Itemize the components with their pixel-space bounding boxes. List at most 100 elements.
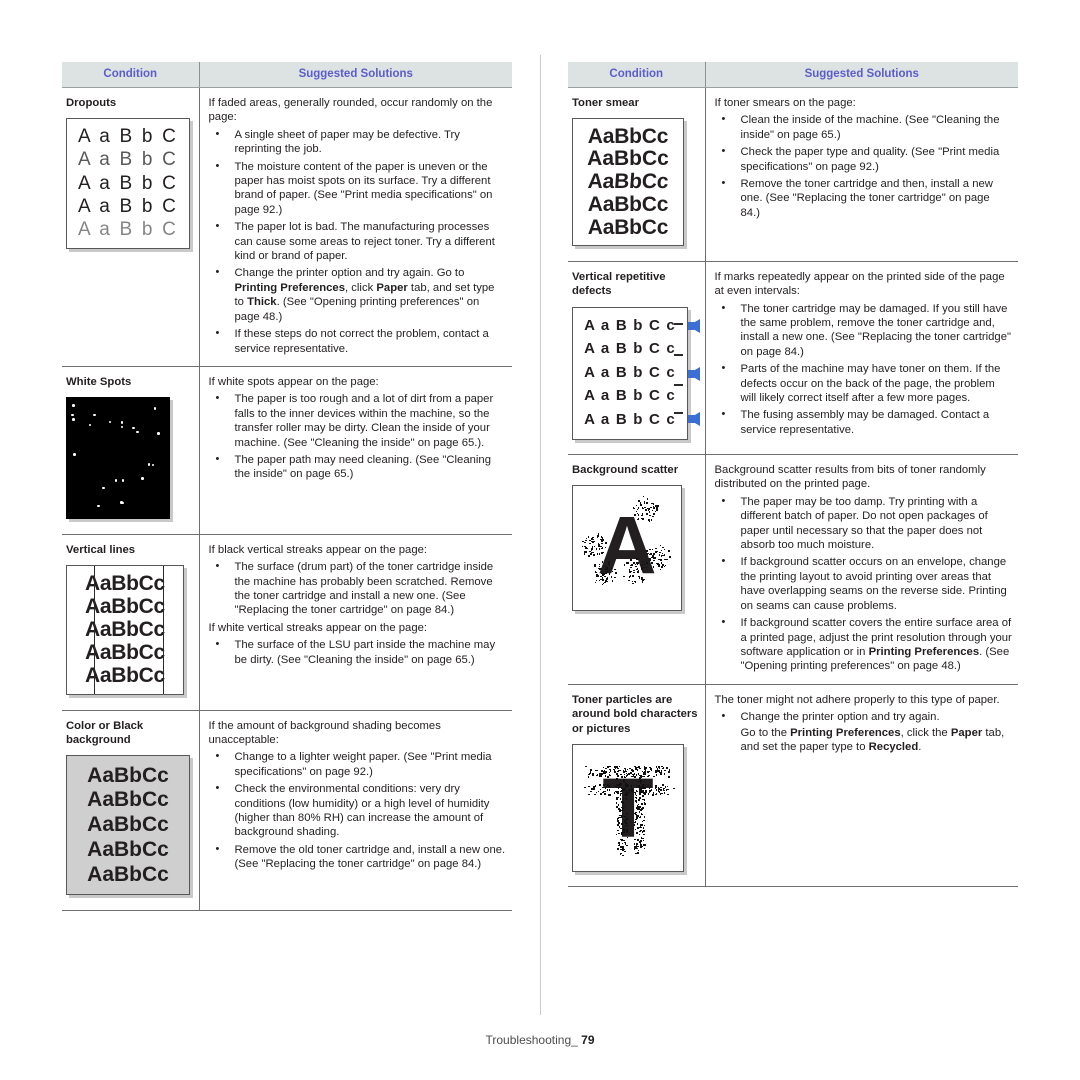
column-header-solutions: Suggested Solutions — [705, 62, 1018, 88]
table-row: Background scatter A Background scatter … — [568, 454, 1018, 685]
sample-line: A a B b C — [77, 172, 179, 194]
sample-line: AaBbCc — [85, 617, 165, 641]
solution-bullet-list-secondary: The surface of the LSU part inside the m… — [209, 637, 507, 667]
page-column-divider — [540, 55, 541, 1015]
solution-secondary-intro: If white vertical streaks appear on the … — [208, 621, 428, 634]
solution-bullet-list: The toner cartridge may be damaged. If y… — [715, 301, 1013, 438]
page-number: 79 — [581, 1033, 595, 1047]
sample-line: AaBbCc — [587, 192, 669, 216]
solutions-cell: If the amount of background shading beco… — [199, 710, 512, 911]
troubleshooting-table-right: Condition Suggested Solutions Toner smea… — [568, 62, 1018, 888]
sample-glyph: T — [602, 760, 654, 855]
sample-glyph: A — [597, 500, 657, 592]
condition-label: Vertical lines — [66, 543, 136, 556]
page-footer: Troubleshooting_ 79 — [0, 1033, 1080, 1047]
footer-label: Troubleshooting_ — [485, 1033, 578, 1047]
sample-line: AaBbCc — [87, 763, 169, 787]
solution-intro: If white spots appear on the page: — [208, 375, 379, 388]
solutions-cell: If white spots appear on the page: The p… — [199, 366, 512, 535]
right-column: Condition Suggested Solutions Toner smea… — [568, 62, 1018, 888]
solution-bullet-list: The paper may be too damp. Try printing … — [715, 494, 1013, 674]
list-item: Go to the Printing Preferences, click th… — [740, 726, 1005, 753]
table-header-row: Condition Suggested Solutions — [568, 62, 1018, 88]
condition-label: White Spots — [66, 375, 132, 388]
list-item: A single sheet of paper may be defective… — [209, 127, 507, 157]
list-item: If background scatter occurs on an envel… — [715, 554, 1013, 613]
sample-line: A a B b C — [77, 149, 179, 171]
sample-line: AaBbCc — [87, 788, 169, 812]
list-item: Change to a lighter weight paper. (See "… — [209, 749, 507, 779]
column-header-solutions: Suggested Solutions — [199, 62, 512, 88]
condition-label: Toner smear — [572, 97, 639, 109]
defect-marker-arrow-icon — [688, 366, 700, 381]
sample-line: AaBbCc — [87, 837, 169, 861]
table-row: Vertical repetitive defects A a B b C c … — [568, 261, 1018, 456]
table-row: Color or Black background AaBbCc AaBbCc … — [62, 710, 512, 911]
list-item: The paper path may need cleaning. (See "… — [209, 452, 507, 482]
condition-label: Vertical repetitive defects — [572, 270, 666, 298]
table-row: Toner particles are around bold characte… — [568, 684, 1018, 888]
sample-line: AaBbCc — [85, 571, 165, 595]
toner-particles-sample-image: T — [572, 743, 684, 872]
solutions-cell: If toner smears on the page: Clean the i… — [705, 87, 1018, 262]
solution-intro: If marks repeatedly appear on the printe… — [714, 270, 1005, 298]
table-row: Vertical lines AaBbCc AaBbCc AaBbCc AaBb… — [62, 534, 512, 711]
condition-label: Background scatter — [572, 464, 679, 477]
sample-line: A a B b C c — [584, 363, 676, 381]
condition-cell: Vertical repetitive defects A a B b C c … — [568, 261, 706, 456]
list-item: The paper may be too damp. Try printing … — [715, 494, 1013, 553]
sample-line: AaBbCc — [85, 594, 165, 618]
list-item: The toner cartridge may be damaged. If y… — [715, 301, 1013, 360]
solutions-cell: If marks repeatedly appear on the printe… — [705, 261, 1018, 456]
list-item: The paper lot is bad. The manufacturing … — [209, 219, 507, 263]
list-item: Check the paper type and quality. (See "… — [715, 144, 1013, 174]
sample-line: A a B b C c — [584, 411, 676, 429]
solutions-cell: If faded areas, generally rounded, occur… — [199, 87, 512, 367]
vertical-lines-sample-image: AaBbCc AaBbCc AaBbCc AaBbCc AaBbCc — [66, 565, 184, 696]
column-header-condition: Condition — [62, 62, 200, 88]
defect-marker-arrow-icon — [688, 318, 700, 333]
solution-bullet-list: Clean the inside of the machine. (See "C… — [715, 112, 1013, 220]
troubleshooting-table-left: Condition Suggested Solutions Dropouts A… — [62, 62, 512, 911]
solution-intro: If toner smears on the page: — [714, 97, 856, 109]
table-row: Dropouts A a B b C A a B b C A a B b C A… — [62, 87, 512, 367]
solutions-cell: If black vertical streaks appear on the … — [199, 534, 512, 711]
list-item: If these steps do not correct the proble… — [209, 326, 507, 356]
table-header-row: Condition Suggested Solutions — [62, 62, 512, 88]
sample-line: AaBbCc — [587, 124, 669, 148]
list-item: The surface of the LSU part inside the m… — [209, 637, 507, 667]
condition-cell: Toner particles are around bold characte… — [568, 684, 706, 888]
sample-line: A a B b C — [77, 219, 179, 241]
condition-cell: Vertical lines AaBbCc AaBbCc AaBbCc AaBb… — [62, 534, 200, 711]
column-header-condition: Condition — [568, 62, 706, 88]
condition-cell: Toner smear AaBbCc AaBbCc AaBbCc AaBbCc … — [568, 87, 706, 262]
sample-line: A a B b C — [77, 195, 179, 217]
solution-bullet-list: The surface (drum part) of the toner car… — [209, 559, 507, 618]
document-page: Condition Suggested Solutions Dropouts A… — [0, 0, 1080, 1080]
condition-label: Dropouts — [66, 97, 117, 109]
condition-cell: Color or Black background AaBbCc AaBbCc … — [62, 710, 200, 911]
condition-label: Toner particles are around bold characte… — [572, 693, 698, 735]
sample-line: AaBbCc — [87, 862, 169, 886]
solutions-cell: Background scatter results from bits of … — [705, 454, 1018, 685]
solution-bullet-list: The paper is too rough and a lot of dirt… — [209, 391, 507, 482]
solution-bullet-list: A single sheet of paper may be defective… — [209, 127, 507, 356]
list-item: The moisture content of the paper is une… — [209, 159, 507, 218]
sample-line: AaBbCc — [87, 813, 169, 837]
list-item: The surface (drum part) of the toner car… — [209, 559, 507, 618]
defect-marker-arrow-icon — [688, 411, 700, 426]
toner-smear-sample-image: AaBbCc AaBbCc AaBbCc AaBbCc AaBbCc — [572, 118, 684, 247]
solution-intro: The toner might not adhere properly to t… — [714, 693, 1000, 706]
list-item: The paper is too rough and a lot of dirt… — [209, 391, 507, 450]
solution-intro: Background scatter results from bits of … — [714, 464, 986, 491]
list-item: Remove the old toner cartridge and, inst… — [209, 842, 507, 872]
condition-cell: Dropouts A a B b C A a B b C A a B b C A… — [62, 87, 200, 367]
list-item: Change the printer option and try again.… — [209, 265, 507, 324]
sample-line: A a B b C c — [584, 387, 676, 405]
sample-line: A a B b C c — [584, 316, 676, 334]
solutions-cell: The toner might not adhere properly to t… — [705, 684, 1018, 888]
solution-intro: If the amount of background shading beco… — [208, 719, 441, 746]
vertical-repetitive-defects-sample-image: A a B b C c A a B b C c A a B b C c A a … — [572, 306, 700, 440]
condition-cell: Background scatter A — [568, 454, 706, 685]
left-column: Condition Suggested Solutions Dropouts A… — [62, 62, 512, 911]
